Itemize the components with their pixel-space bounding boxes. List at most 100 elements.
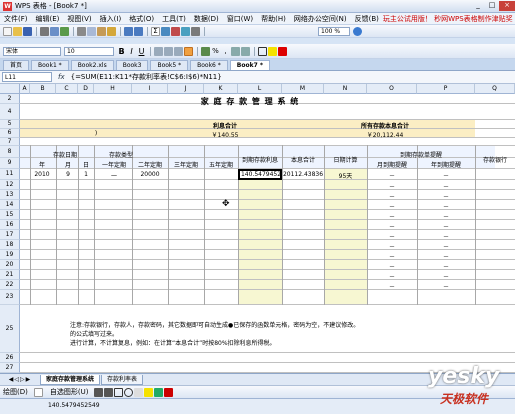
text-color-icon[interactable] <box>164 387 174 397</box>
doc-tab[interactable]: Book2.xls <box>70 60 114 70</box>
formula-input[interactable]: {=SUM(E11:K11*存款利率表!C$6:I$6)*N11} <box>71 72 222 82</box>
chart-icon[interactable] <box>181 26 190 36</box>
comma-style-icon[interactable]: , <box>221 47 230 56</box>
doc-tab[interactable]: Book6 * <box>190 60 228 70</box>
borders-icon[interactable] <box>258 46 267 56</box>
align-left-icon[interactable] <box>154 46 163 56</box>
preview-icon[interactable] <box>50 26 59 36</box>
row11-day[interactable]: 1 <box>79 171 93 178</box>
doc-tab[interactable]: Book5 * <box>150 60 189 70</box>
column-header[interactable]: I <box>132 84 168 94</box>
doc-tab[interactable]: Book3 <box>115 60 149 70</box>
row11-interest[interactable]: 140.5479452 <box>240 171 282 178</box>
row-header[interactable]: 8 <box>0 146 20 158</box>
percent-icon[interactable]: % <box>211 47 220 56</box>
menu-item[interactable]: 文件(F) <box>0 14 32 24</box>
menu-item[interactable]: 编辑(E) <box>32 14 64 24</box>
undo-icon[interactable] <box>124 26 133 36</box>
row-header[interactable]: 2 <box>0 94 20 104</box>
row11-two-year[interactable]: 20000 <box>132 171 168 178</box>
italic-icon[interactable]: I <box>127 47 136 56</box>
row11-year-reminder[interactable]: － <box>417 171 475 180</box>
column-header[interactable]: Q <box>475 84 515 94</box>
row-header[interactable]: 4 <box>0 104 20 120</box>
row-header[interactable]: 18 <box>0 240 20 250</box>
zoom-select[interactable]: 100 % <box>318 26 350 36</box>
paste-icon[interactable] <box>97 26 106 36</box>
sort-desc-icon[interactable] <box>171 26 180 36</box>
menu-item[interactable]: 网络办公空间(N) <box>290 14 351 24</box>
column-header[interactable]: A <box>20 84 30 94</box>
name-box[interactable]: L11 <box>2 72 52 82</box>
autoshape-menu[interactable]: 自选图形(U) <box>50 387 89 397</box>
column-header[interactable]: C <box>56 84 78 94</box>
fill-color-icon[interactable] <box>268 46 277 56</box>
font-name-select[interactable]: 宋体 <box>3 46 61 56</box>
line-tool-icon[interactable] <box>94 387 104 397</box>
column-header[interactable]: L <box>238 84 282 94</box>
row11-days[interactable]: 95天 <box>324 171 367 180</box>
decrease-decimal-icon[interactable] <box>241 46 250 56</box>
spell-icon[interactable] <box>60 26 69 36</box>
redo-icon[interactable] <box>134 26 143 36</box>
row-header[interactable]: 16 <box>0 220 20 230</box>
menu-item[interactable]: 插入(I) <box>96 14 126 24</box>
row-header[interactable]: 6 <box>0 129 20 138</box>
doc-tab[interactable]: Book1 * <box>31 60 69 70</box>
row11-month[interactable]: 9 <box>60 171 76 178</box>
row11-year[interactable]: 2010 <box>30 171 54 178</box>
format-painter-icon[interactable] <box>107 26 116 36</box>
menu-item[interactable]: 窗口(W) <box>223 14 257 24</box>
print-icon[interactable] <box>40 26 49 36</box>
row-header[interactable]: 27 <box>0 363 20 373</box>
fill-tool-icon[interactable] <box>144 387 154 397</box>
row-header[interactable]: 22 <box>0 280 20 290</box>
arrow-tool-icon[interactable] <box>104 387 114 397</box>
select-all-corner[interactable] <box>0 84 20 94</box>
menu-item[interactable]: 格式(O) <box>125 14 158 24</box>
copy-icon[interactable] <box>87 26 96 36</box>
row-header[interactable]: 5 <box>0 120 20 129</box>
row11-month-reminder[interactable]: － <box>367 171 417 180</box>
row-header[interactable]: 21 <box>0 270 20 280</box>
menu-item[interactable]: 工具(T) <box>158 14 190 24</box>
menu-item[interactable]: 视图(V) <box>63 14 95 24</box>
minimize-button[interactable]: _ <box>471 1 485 11</box>
merge-center-icon[interactable] <box>184 46 193 56</box>
underline-icon[interactable]: U <box>137 47 146 56</box>
fx-icon[interactable]: fx <box>58 73 65 81</box>
cut-icon[interactable] <box>77 26 86 36</box>
doc-tab[interactable]: 首页 <box>3 60 30 70</box>
column-header[interactable]: O <box>367 84 417 94</box>
close-button[interactable]: × <box>499 1 515 11</box>
increase-decimal-icon[interactable] <box>231 46 240 56</box>
sort-asc-icon[interactable] <box>161 26 170 36</box>
column-header[interactable]: H <box>94 84 132 94</box>
row-header[interactable]: 11 <box>0 169 20 180</box>
column-header[interactable]: N <box>324 84 367 94</box>
row-header[interactable]: 14 <box>0 200 20 210</box>
menu-item[interactable]: 数据(D) <box>190 14 223 24</box>
menu-item[interactable]: 帮助(H) <box>257 14 290 24</box>
sheet-tab-main[interactable]: 家庭存款管理系统 <box>40 374 101 385</box>
ellipse-tool-icon[interactable] <box>124 387 134 397</box>
align-right-icon[interactable] <box>174 46 183 56</box>
line-color-icon[interactable] <box>154 387 164 397</box>
currency-icon[interactable] <box>201 46 210 56</box>
bold-icon[interactable]: B <box>117 47 126 56</box>
menu-promo-link[interactable]: 玩主公试用版！ 秒网WPS表格制作津贴奖 <box>383 14 515 24</box>
row-header[interactable]: 26 <box>0 353 20 363</box>
row-header[interactable]: 12 <box>0 180 20 190</box>
new-icon[interactable] <box>3 26 12 36</box>
column-header[interactable]: J <box>168 84 204 94</box>
row-header[interactable]: 19 <box>0 250 20 260</box>
column-header[interactable]: M <box>282 84 324 94</box>
menu-item[interactable]: 反馈(B) <box>351 14 383 24</box>
autosum-icon[interactable]: Σ <box>151 26 160 36</box>
column-header[interactable]: P <box>417 84 475 94</box>
doc-tab[interactable]: Book7 * <box>229 60 271 70</box>
row-header[interactable]: 9 <box>0 158 20 169</box>
row11-total[interactable]: 20112.43836 <box>282 171 324 178</box>
row-header[interactable]: 13 <box>0 190 20 200</box>
select-pointer-icon[interactable] <box>33 387 43 397</box>
